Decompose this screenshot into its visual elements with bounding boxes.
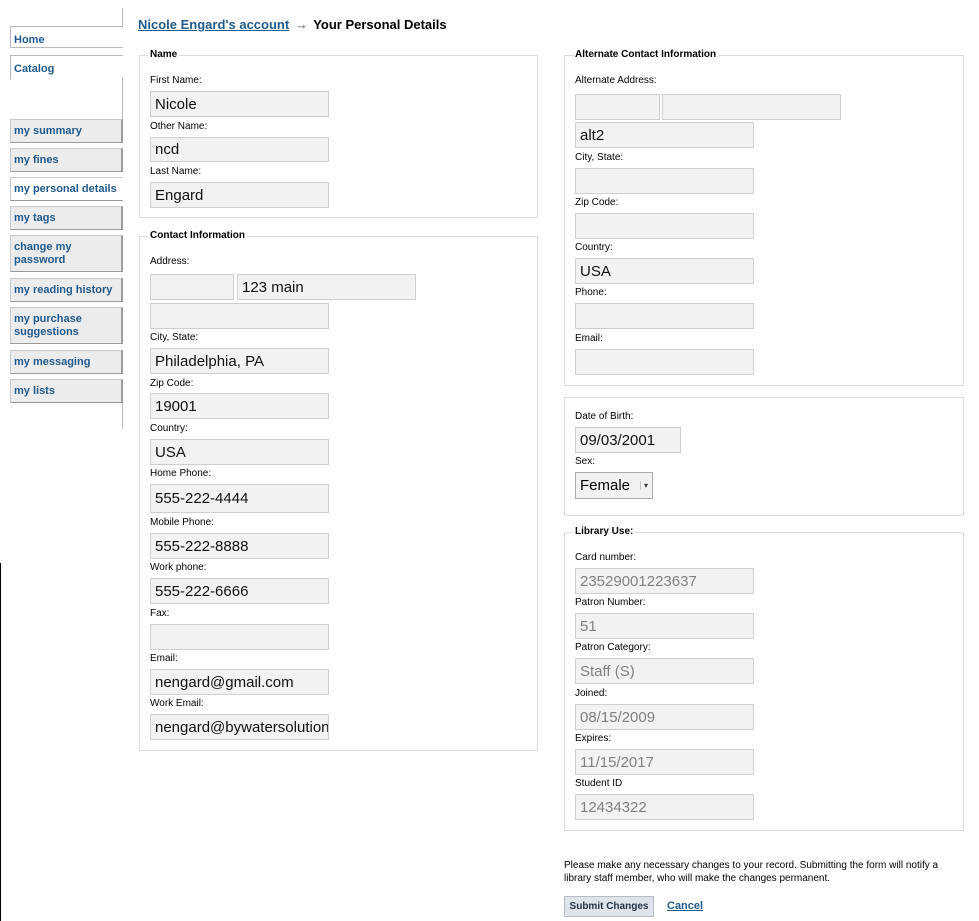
menu-my-tags[interactable]: my tags xyxy=(10,206,123,230)
expires-label: Expires: xyxy=(575,733,612,744)
work-email-label: Work Email: xyxy=(150,698,204,709)
alt-country-label: Country: xyxy=(575,242,613,253)
tab-catalog[interactable]: Catalog xyxy=(10,55,123,79)
menu-my-personal-details[interactable]: my personal details xyxy=(10,177,123,201)
home-phone-input[interactable]: 555-222-4444 xyxy=(150,484,329,513)
menu-my-messaging[interactable]: my messaging xyxy=(10,350,123,374)
last-name-label: Last Name: xyxy=(150,166,202,177)
menu-label: change my password xyxy=(14,240,72,266)
patron-category-field: Staff (S) xyxy=(575,658,754,684)
alt-country-input[interactable]: USA xyxy=(575,258,754,284)
alt-email-label: Email: xyxy=(575,333,603,344)
menu-divider xyxy=(122,400,123,429)
email-input[interactable]: nengard@gmail.com xyxy=(150,669,329,695)
fax-label: Fax: xyxy=(150,608,170,619)
patron-category-label: Patron Category: xyxy=(575,642,651,653)
name-legend: Name xyxy=(148,49,180,60)
work-email-input[interactable]: nengard@bywatersolutions xyxy=(150,714,329,740)
chevron-down-icon: ▾ xyxy=(639,481,648,490)
tab-divider xyxy=(122,78,123,120)
menu-my-purchase-suggestions[interactable]: my purchase suggestions xyxy=(10,307,123,344)
cancel-link[interactable]: Cancel xyxy=(667,900,703,912)
first-name-label: First Name: xyxy=(150,75,202,86)
alt-address-input[interactable] xyxy=(662,94,841,120)
first-name-input[interactable]: Nicole xyxy=(150,91,329,117)
menu-label: my lists xyxy=(14,384,55,397)
patron-number-label: Patron Number: xyxy=(575,597,646,608)
alt-city-input[interactable] xyxy=(575,168,754,194)
fax-input[interactable] xyxy=(150,624,329,650)
breadcrumb-account-link[interactable]: Nicole Engard's account xyxy=(138,17,289,32)
email-label: Email: xyxy=(150,653,178,664)
sex-select-value: Female xyxy=(580,477,631,494)
menu-label: my fines xyxy=(14,153,59,166)
home-phone-label: Home Phone: xyxy=(150,468,212,479)
submit-changes-button[interactable]: Submit Changes xyxy=(564,896,654,917)
tab-divider xyxy=(122,8,123,27)
sex-select[interactable]: Female ▾ xyxy=(575,472,653,499)
address2-input[interactable] xyxy=(150,303,329,329)
tab-home-label: Home xyxy=(14,34,45,46)
alt-city-label: City, State: xyxy=(575,152,624,163)
tab-home[interactable]: Home xyxy=(10,26,123,48)
page-edge-line xyxy=(0,563,1,921)
contact-legend: Contact Information xyxy=(148,230,247,241)
menu-label: my tags xyxy=(14,211,56,224)
country-input[interactable]: USA xyxy=(150,439,329,465)
alt-phone-input[interactable] xyxy=(575,303,754,329)
other-name-input[interactable]: ncd xyxy=(150,137,329,162)
alt-phone-label: Phone: xyxy=(575,287,607,298)
dob-input[interactable]: 09/03/2001 xyxy=(575,427,681,453)
mobile-phone-input[interactable]: 555-222-8888 xyxy=(150,533,329,559)
menu-label: my purchase suggestions xyxy=(14,312,82,338)
address-input[interactable]: 123 main xyxy=(237,274,416,300)
menu-label: my reading history xyxy=(14,283,113,296)
menu-label: my messaging xyxy=(14,355,91,368)
menu-change-password[interactable]: change my password xyxy=(10,235,123,272)
student-id-field: 12434322 xyxy=(575,794,754,820)
last-name-input[interactable]: Engard xyxy=(150,182,329,208)
country-label: Country: xyxy=(150,423,188,434)
alt-address2-input[interactable]: alt2 xyxy=(575,122,754,148)
menu-label: my summary xyxy=(14,124,82,137)
menu-label: my personal details xyxy=(14,182,117,195)
card-number-label: Card number: xyxy=(575,552,637,563)
patron-number-field: 51 xyxy=(575,613,754,639)
alt-zip-label: Zip Code: xyxy=(575,197,619,208)
address-label: Address: xyxy=(150,256,190,267)
zip-label: Zip Code: xyxy=(150,378,194,389)
alternate-legend: Alternate Contact Information xyxy=(573,49,719,60)
tab-catalog-label: Catalog xyxy=(14,63,55,75)
street-number-input[interactable] xyxy=(150,274,234,300)
card-number-field: 23529001223637 xyxy=(575,568,754,594)
work-phone-input[interactable]: 555-222-6666 xyxy=(150,578,329,604)
breadcrumb-current: Your Personal Details xyxy=(313,17,447,32)
menu-my-lists[interactable]: my lists xyxy=(10,379,123,403)
alt-zip-input[interactable] xyxy=(575,213,754,239)
other-name-label: Other Name: xyxy=(150,121,208,132)
menu-my-summary[interactable]: my summary xyxy=(10,119,123,143)
alt-email-input[interactable] xyxy=(575,349,754,375)
city-input[interactable]: Philadelphia, PA xyxy=(150,348,329,374)
student-id-label: Student ID xyxy=(575,778,623,789)
work-phone-label: Work phone: xyxy=(150,562,207,573)
city-label: City, State: xyxy=(150,332,199,343)
expires-field: 11/15/2017 xyxy=(575,749,754,775)
alt-address-label: Alternate Address: xyxy=(575,75,657,86)
breadcrumb: Nicole Engard's account → Your Personal … xyxy=(138,17,447,32)
breadcrumb-arrow: → xyxy=(294,17,308,32)
menu-my-reading-history[interactable]: my reading history xyxy=(10,278,123,302)
alt-street-number-input[interactable] xyxy=(575,94,660,120)
mobile-phone-label: Mobile Phone: xyxy=(150,517,214,528)
sex-label: Sex: xyxy=(575,456,596,467)
joined-field: 08/15/2009 xyxy=(575,704,754,730)
submission-note: Please make any necessary changes to you… xyxy=(564,860,939,884)
joined-label: Joined: xyxy=(575,688,608,699)
menu-my-fines[interactable]: my fines xyxy=(10,148,123,172)
library-use-legend: Library Use: xyxy=(573,526,636,537)
dob-label: Date of Birth: xyxy=(575,411,634,422)
zip-input[interactable]: 19001 xyxy=(150,393,329,419)
